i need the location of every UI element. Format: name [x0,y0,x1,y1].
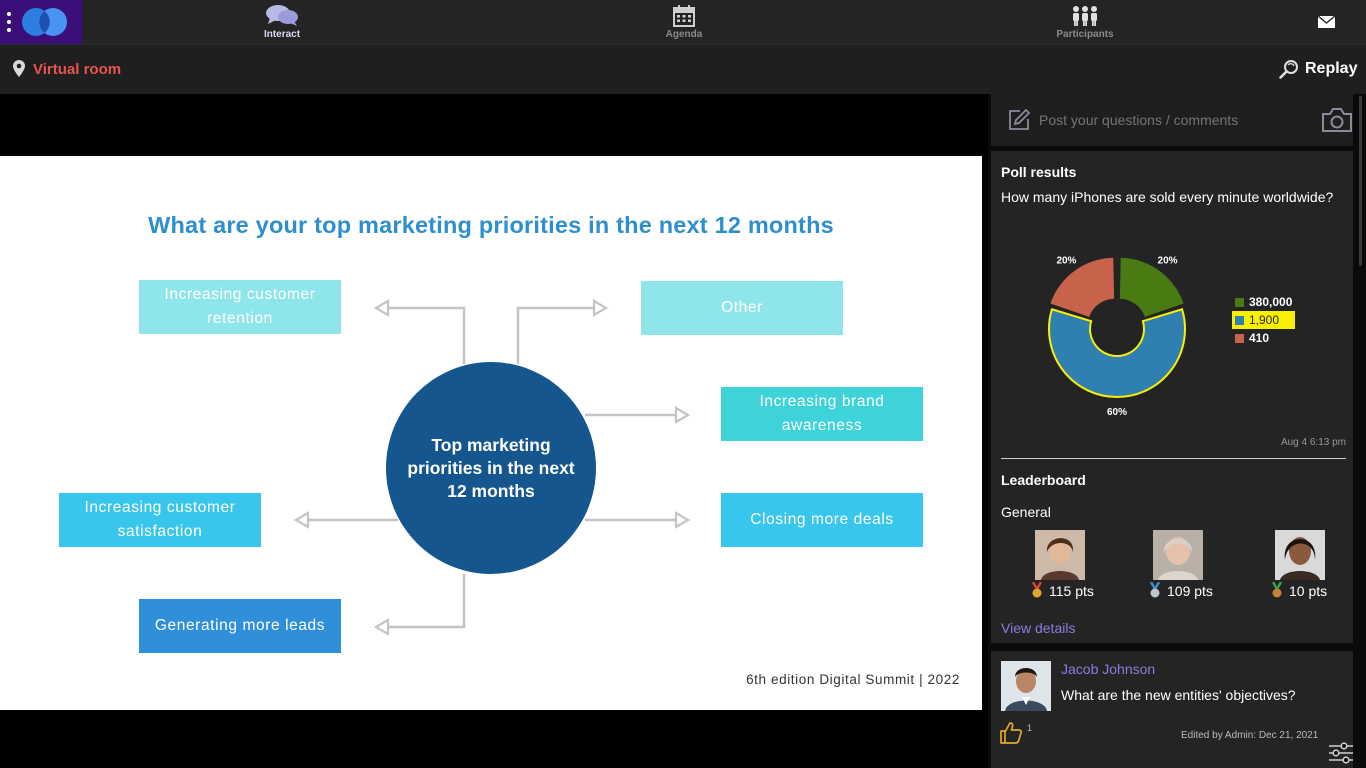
medal-icon [1149,582,1161,598]
like-count: 1 [1027,723,1033,733]
comment-edited-info: Edited by Admin: Dec 21, 2021 [1181,730,1319,741]
menu-dots-icon[interactable] [7,12,11,32]
box-customer-retention: Increasing customer retention [139,280,341,334]
presentation-slide: What are your top marketing priorities i… [0,156,982,710]
box-brand-awareness: Increasing brand awareness [721,387,923,441]
box-customer-satisfaction: Increasing customer satisfaction [59,493,261,547]
legend-label: 410 [1249,331,1270,345]
leaderboard-points: 115 pts [1049,583,1094,599]
avatar [1153,530,1203,580]
room-bar: Virtual room Replay [0,44,1366,94]
logo-icon [22,8,67,36]
donut-slice [1119,257,1184,317]
room-name[interactable]: Virtual room [33,61,121,78]
tab-agenda-label: Agenda [665,29,703,40]
divider [1001,458,1346,459]
donut-slice [1048,308,1186,398]
camera-icon[interactable] [1321,107,1353,133]
center-circle-label: Top marketing priorities in the next 12 … [407,434,575,501]
chat-bubbles-icon [266,5,298,26]
legend-label: 1,900 [1249,313,1280,327]
slide-footer: 6th edition Digital Summit | 2022 [746,672,960,687]
replay-search-icon [1279,60,1298,79]
replay-button[interactable]: Replay [1279,58,1357,80]
poll-heading: Poll results [1001,164,1077,180]
leaderboard-points: 109 pts [1167,583,1213,599]
poll-timestamp: Aug 4 6:13 pm [1280,437,1346,448]
donut-slice-label: 60% [1107,407,1127,418]
comment-input-bar [991,94,1353,146]
thumbs-up-icon[interactable] [999,721,1023,745]
donut-slice-label: 20% [1056,255,1076,266]
replay-label: Replay [1305,60,1358,77]
tab-participants[interactable]: Participants [1025,0,1145,44]
mail-icon[interactable] [1318,16,1335,28]
location-pin-icon [13,60,25,77]
donut-slice-label: 20% [1158,255,1178,266]
interaction-panel: Poll results How many iPhones are sold e… [988,94,1366,768]
poll-donut-chart: 20% 60% 20% [1048,255,1186,418]
center-circle: Top marketing priorities in the next 12 … [386,362,596,574]
filter-sliders-icon[interactable] [1328,741,1354,765]
app-logo-area[interactable] [0,0,82,44]
comment-card: Jacob Johnson What are the new entities'… [991,651,1353,768]
comment-text: What are the new entities' objectives? [1061,687,1296,703]
poll-and-leaderboard-card: Poll results How many iPhones are sold e… [991,151,1353,643]
avatar [1001,661,1051,711]
video-player[interactable]: What are your top marketing priorities i… [0,94,982,768]
avatar [1035,530,1085,580]
legend-item-highlighted: 1,900 [1232,311,1296,329]
leaderboard-heading: Leaderboard [1001,472,1086,488]
edit-icon[interactable] [1007,108,1031,132]
legend-swatch [1235,315,1244,325]
medal-icon [1031,582,1043,598]
comment-author[interactable]: Jacob Johnson [1061,661,1155,677]
calendar-icon [673,5,695,27]
legend-item: 410 [1232,329,1295,347]
box-closing-deals: Closing more deals [721,493,923,547]
box-generating-leads: Generating more leads [139,599,341,653]
view-details-link[interactable]: View details [1001,620,1075,636]
legend-swatch [1235,297,1244,307]
panel-scrollbar[interactable] [1359,96,1362,266]
legend-label: 380,000 [1249,295,1293,309]
box-other: Other [641,281,843,335]
legend-swatch [1235,333,1244,343]
donut-slice [1050,257,1115,317]
top-navigation: Interact Agenda Participants [0,0,1366,44]
tab-participants-label: Participants [1056,29,1114,40]
poll-question: How many iPhones are sold every minute w… [1001,189,1334,205]
legend-item: 380,000 [1232,293,1295,311]
avatar [1275,530,1325,580]
leaderboard-category: General [1001,504,1051,520]
tab-agenda[interactable]: Agenda [624,0,744,44]
tab-interact-label: Interact [263,29,301,40]
leaderboard-points: 10 pts [1289,583,1328,599]
medal-icon [1271,582,1283,598]
participants-icon [1073,6,1097,26]
tab-interact[interactable]: Interact [222,0,342,44]
poll-legend: 380,000 1,900 410 [1232,293,1296,347]
comment-input[interactable] [1039,108,1309,132]
